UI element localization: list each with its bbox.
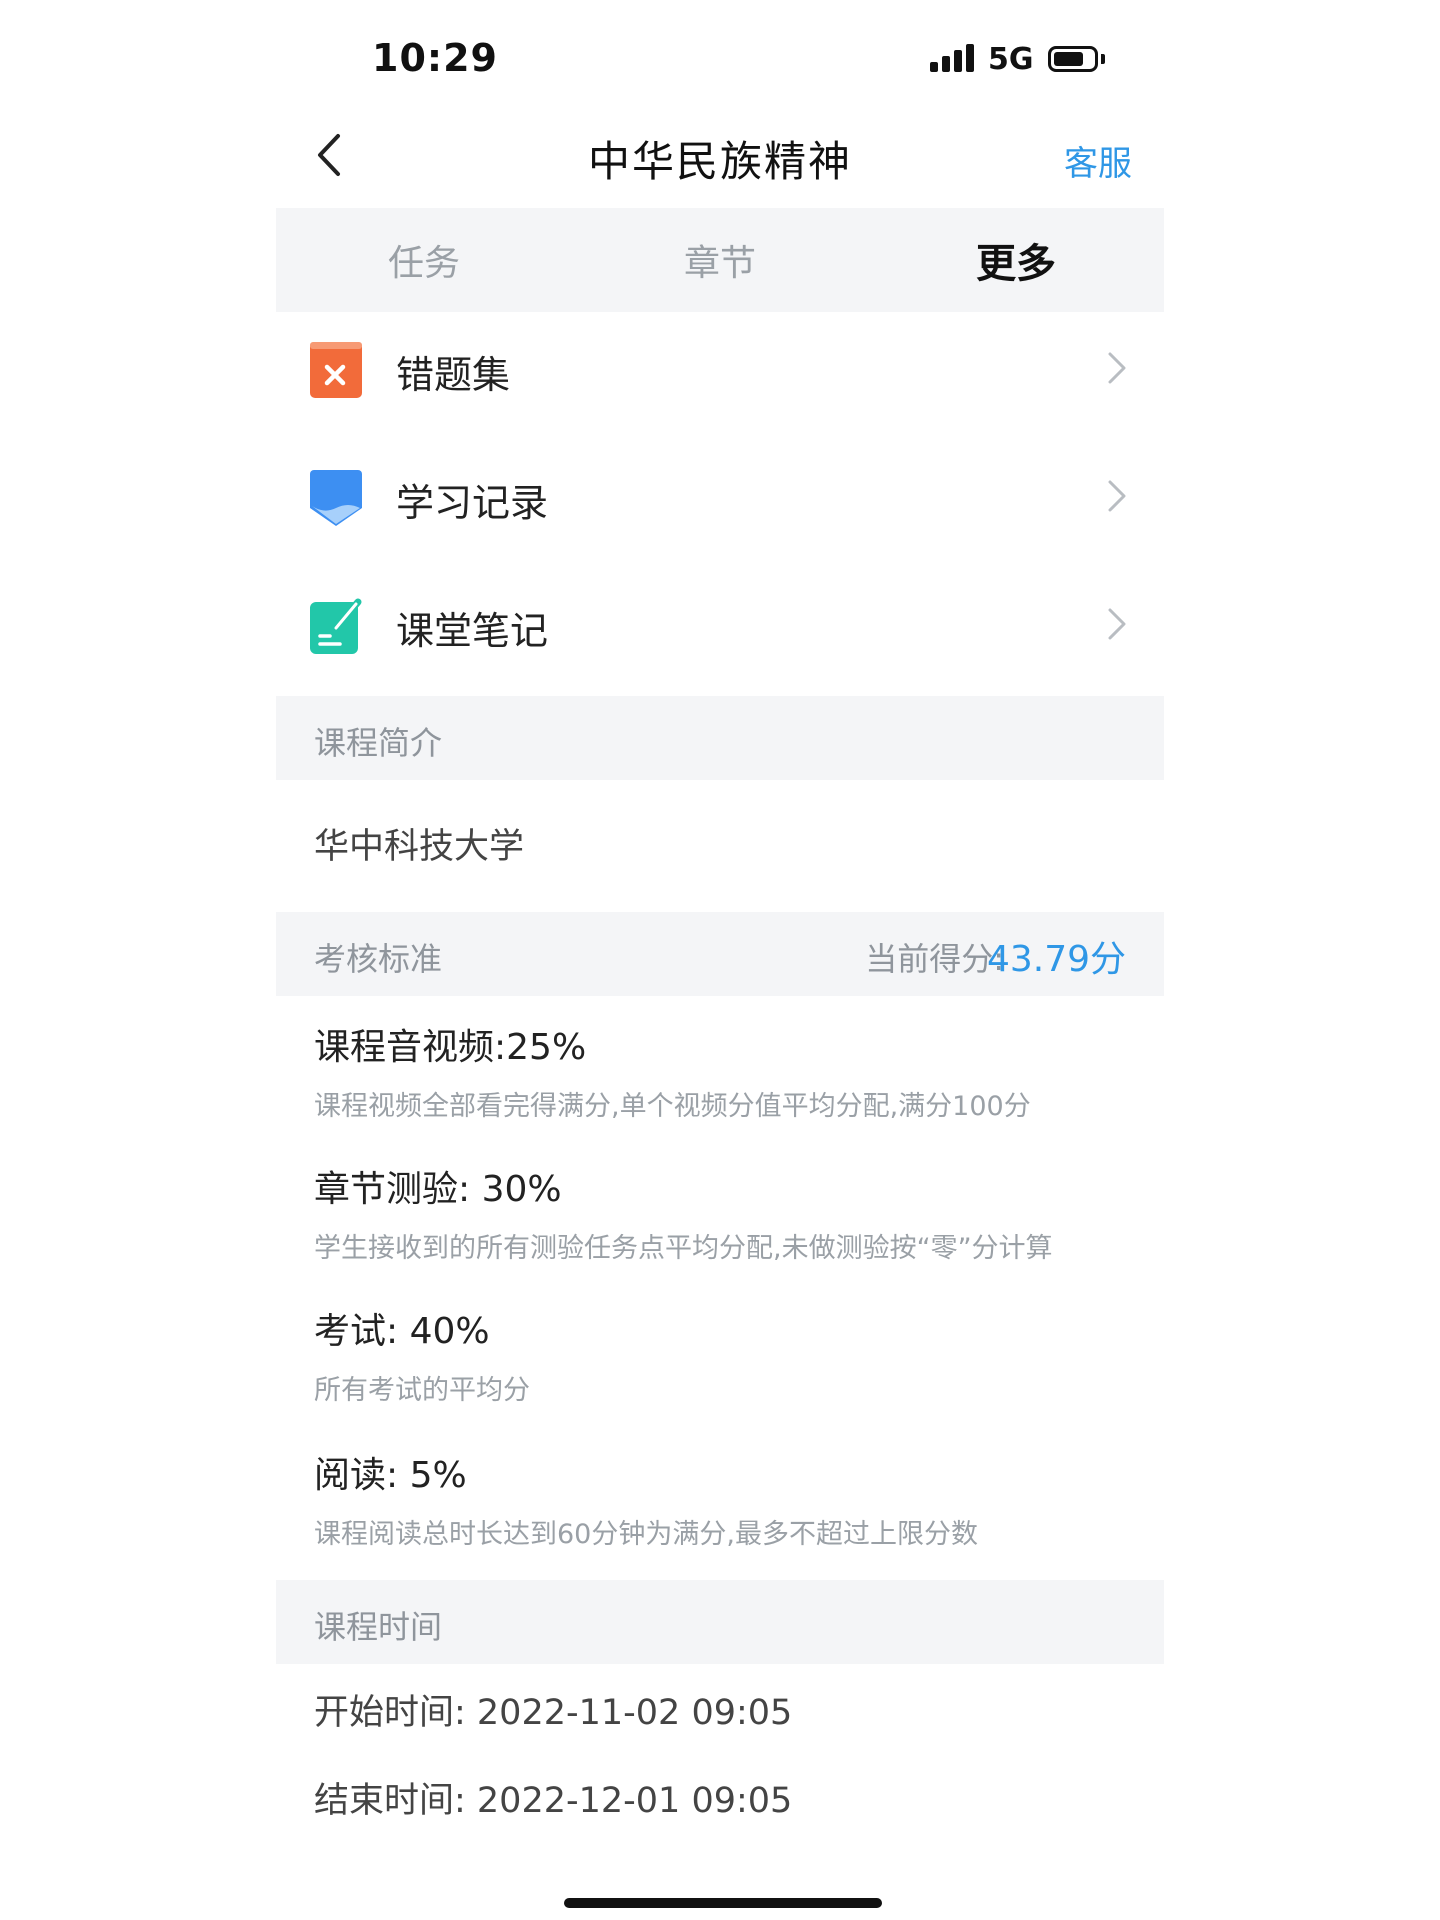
menu-item-study-record[interactable]: 学习记录 [276, 432, 1164, 560]
chevron-right-icon [1108, 352, 1126, 384]
start-time: 开始时间: 2022-11-02 09:05 [314, 1693, 793, 1733]
end-time: 结束时间: 2022-12-01 09:05 [314, 1781, 793, 1821]
tab-bar: 任务 章节 更多 [276, 208, 1164, 312]
network-type: 5G [988, 42, 1034, 77]
criterion-desc: 课程视频全部看完得满分,单个视频分值平均分配,满分100分 [314, 1091, 1031, 1122]
criterion-title: 课程音视频:25% [314, 1027, 587, 1068]
section-header-intro: 课程简介 [276, 696, 1164, 780]
home-indicator[interactable] [564, 1898, 882, 1908]
course-school: 华中科技大学 [314, 827, 525, 867]
course-detail-screen: 10:29 5G 中华民族精神 客服 任务 章节 更多 错题集 学习记录 课堂笔… [0, 0, 1440, 1920]
current-score-label: 当前得分: [865, 940, 1004, 978]
signal-icon [930, 44, 976, 72]
criterion-title: 阅读: 5% [314, 1455, 467, 1496]
tab-more[interactable]: 更多 [868, 208, 1164, 312]
battery-icon [1048, 46, 1098, 72]
study-record-bookmark-icon [310, 470, 362, 526]
status-time: 10:29 [372, 36, 498, 80]
menu-item-label: 错题集 [396, 353, 511, 397]
menu-item-wrong-questions[interactable]: 错题集 [276, 304, 1164, 432]
criterion-desc: 所有考试的平均分 [314, 1375, 530, 1406]
criterion-title: 考试: 40% [314, 1311, 490, 1352]
chevron-right-icon [1108, 480, 1126, 512]
tab-chapters[interactable]: 章节 [572, 208, 868, 312]
menu-item-label: 学习记录 [396, 481, 549, 525]
section-title: 考核标准 [314, 940, 443, 978]
battery-cap [1101, 54, 1105, 64]
page-title: 中华民族精神 [587, 137, 852, 186]
section-header-schedule: 课程时间 [276, 1580, 1164, 1664]
criterion-desc: 学生接收到的所有测验任务点平均分配,未做测验按“零”分计算 [314, 1233, 1053, 1264]
section-title: 课程简介 [314, 724, 443, 762]
customer-service-link[interactable]: 客服 [1064, 136, 1132, 185]
criterion-title: 章节测验: 30% [314, 1169, 562, 1210]
section-header-assessment: 考核标准 当前得分: 43.79分 [276, 912, 1164, 996]
current-score-value: 43.79分 [986, 939, 1126, 980]
section-title: 课程时间 [314, 1608, 443, 1646]
wrong-questions-book-icon [310, 342, 362, 398]
tab-tasks[interactable]: 任务 [276, 208, 572, 312]
chevron-right-icon [1108, 608, 1126, 640]
menu-item-class-notes[interactable]: 课堂笔记 [276, 560, 1164, 688]
menu-item-label: 课堂笔记 [396, 609, 549, 653]
class-notes-icon [310, 598, 362, 654]
criterion-desc: 课程阅读总时长达到60分钟为满分,最多不超过上限分数 [314, 1519, 978, 1550]
